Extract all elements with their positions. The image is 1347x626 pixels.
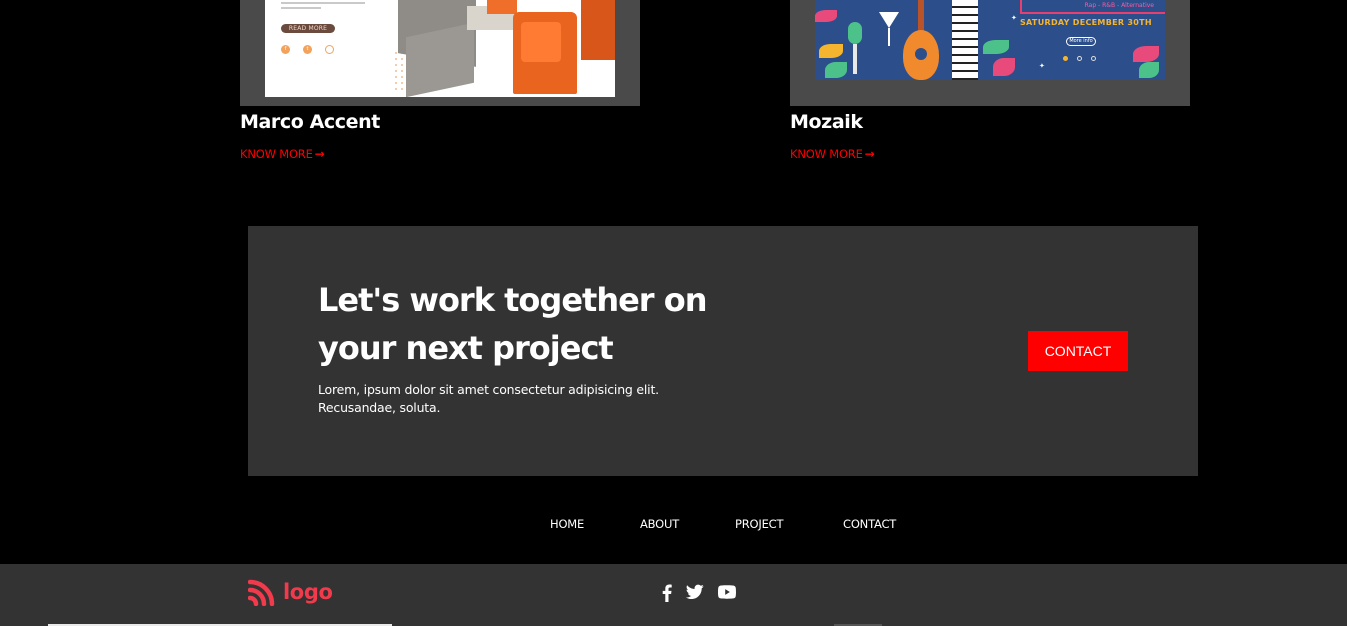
project-card-mozaik: ✦ ✦ Rap - R&B - Alternative SATURDAY DEC… xyxy=(790,0,1190,162)
cta-section: Let's work together on your next project… xyxy=(248,226,1198,476)
project-card-marco-accent: READ MORE f t Marco Accent KNOW MORE → xyxy=(240,0,640,162)
contact-button[interactable]: CONTACT xyxy=(1028,331,1128,371)
logo[interactable]: logo xyxy=(248,577,333,607)
more-info-button: More info xyxy=(1066,37,1096,46)
nav-link-about[interactable]: ABOUT xyxy=(640,517,679,531)
music-poster-mockup-image: ✦ ✦ Rap - R&B - Alternative SATURDAY DEC… xyxy=(815,0,1165,80)
facebook-icon[interactable] xyxy=(662,584,672,602)
cta-heading: Let's work together on your next project xyxy=(318,281,707,367)
cta-description: Lorem, ipsum dolor sit amet consectetur … xyxy=(318,382,659,415)
carousel-dot xyxy=(1077,56,1082,61)
event-date: SATURDAY DECEMBER 30TH xyxy=(1020,18,1152,27)
footer-nav: HOME ABOUT PROJECT CONTACT xyxy=(0,517,1347,533)
mockup-twitter-icon: t xyxy=(303,45,312,54)
arrow-right-icon: → xyxy=(314,147,325,161)
mockup-instagram-icon xyxy=(325,45,334,54)
mockup-read-more-button: READ MORE xyxy=(281,24,335,33)
project-thumbnail[interactable]: ✦ ✦ Rap - R&B - Alternative SATURDAY DEC… xyxy=(790,0,1190,106)
nav-link-contact[interactable]: CONTACT xyxy=(843,517,896,531)
twitter-icon[interactable] xyxy=(685,584,704,602)
mockup-facebook-icon: f xyxy=(281,45,290,54)
piano-keys-shape xyxy=(952,0,978,80)
microphone-shape xyxy=(848,22,862,44)
footer-bar: logo xyxy=(0,564,1347,626)
know-more-link[interactable]: KNOW MORE → xyxy=(790,147,875,161)
logo-icon xyxy=(248,579,275,606)
social-links xyxy=(662,584,736,602)
logo-text: logo xyxy=(283,580,333,604)
arrow-right-icon: → xyxy=(864,147,875,161)
know-more-link[interactable]: KNOW MORE → xyxy=(240,147,325,161)
nav-link-home[interactable]: HOME xyxy=(550,517,584,531)
furniture-mockup-image: READ MORE f t xyxy=(265,0,615,97)
nav-link-project[interactable]: PROJECT xyxy=(735,517,783,531)
project-thumbnail[interactable]: READ MORE f t xyxy=(240,0,640,106)
carousel-dot xyxy=(1091,56,1096,61)
carousel-dot xyxy=(1063,56,1068,61)
project-title: Marco Accent xyxy=(240,111,380,133)
youtube-icon[interactable] xyxy=(718,584,736,602)
project-title: Mozaik xyxy=(790,111,863,133)
guitar-shape xyxy=(903,30,939,80)
cocktail-glass-shape xyxy=(879,12,899,28)
genre-text: Rap - R&B - Alternative xyxy=(1084,2,1154,9)
